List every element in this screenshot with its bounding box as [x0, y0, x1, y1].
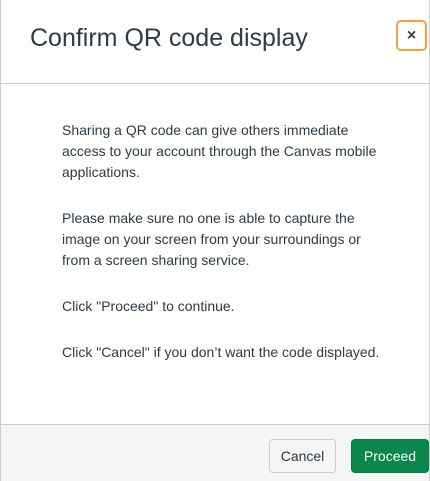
cancel-instruction: Click "Cancel" if you don’t want the cod…	[62, 344, 380, 360]
close-button[interactable]: ×	[396, 20, 427, 51]
warning-paragraph: Sharing a QR code can give others immedi…	[62, 122, 377, 180]
dialog-footer: Cancel Proceed	[1, 424, 429, 481]
proceed-button[interactable]: Proceed	[351, 439, 429, 473]
confirm-qr-dialog: Confirm QR code display × Sharing a QR c…	[0, 0, 430, 481]
caution-paragraph: Please make sure no one is able to captu…	[62, 210, 361, 268]
dialog-title: Confirm QR code display	[30, 24, 308, 52]
dialog-header: Confirm QR code display ×	[1, 0, 429, 84]
proceed-instruction: Click "Proceed" to continue.	[62, 298, 235, 314]
dialog-body: Sharing a QR code can give others immedi…	[62, 120, 382, 388]
close-icon: ×	[406, 26, 417, 44]
cancel-button[interactable]: Cancel	[269, 439, 336, 473]
